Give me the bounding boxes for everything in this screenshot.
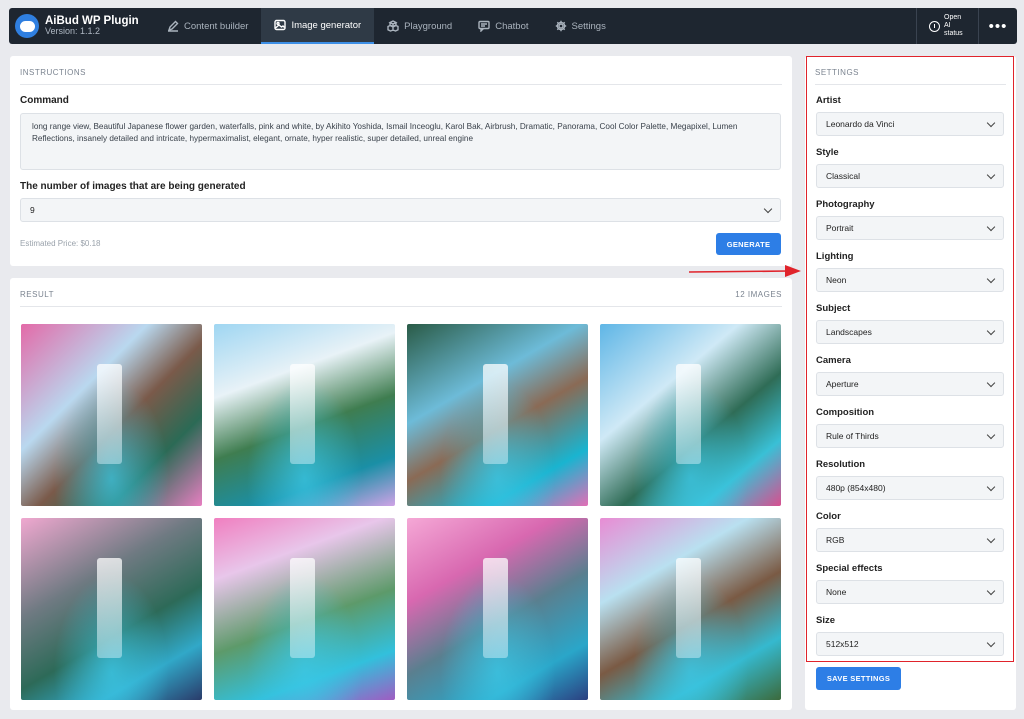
generated-image[interactable] bbox=[600, 518, 781, 700]
estimated-price: Estimated Price: $0.18 bbox=[20, 239, 101, 248]
save-settings-button[interactable]: SAVE SETTINGS bbox=[816, 667, 901, 690]
generated-image[interactable] bbox=[21, 518, 202, 700]
brand: AiBud WP Plugin Version: 1.1.2 bbox=[9, 8, 154, 44]
subject-select[interactable]: Landscapes bbox=[816, 320, 1004, 344]
chevron-down-icon bbox=[986, 482, 996, 491]
nav-label: Playground bbox=[404, 20, 453, 32]
settings-panel: SETTINGS Artist Leonardo da Vinci Style … bbox=[805, 56, 1016, 710]
chat-icon bbox=[478, 20, 490, 32]
nav-content-builder[interactable]: Content builder bbox=[154, 8, 261, 44]
image-count-value: 9 bbox=[30, 205, 35, 215]
chevron-down-icon bbox=[986, 430, 996, 439]
chevron-down-icon bbox=[986, 534, 996, 543]
chevron-down-icon bbox=[986, 118, 996, 127]
chevron-down-icon bbox=[986, 326, 996, 335]
chevron-down-icon bbox=[986, 638, 996, 647]
resolution-label: Resolution bbox=[816, 459, 866, 470]
lighting-value: Neon bbox=[826, 275, 847, 285]
color-select[interactable]: RGB bbox=[816, 528, 1004, 552]
artist-select[interactable]: Leonardo da Vinci bbox=[816, 112, 1004, 136]
composition-value: Rule of Thirds bbox=[826, 431, 879, 441]
photography-select[interactable]: Portrait bbox=[816, 216, 1004, 240]
openai-status-button[interactable]: Open AI status bbox=[916, 8, 978, 44]
special-effects-value: None bbox=[826, 587, 847, 597]
artist-label: Artist bbox=[816, 95, 841, 106]
result-panel: RESULT 12 IMAGES bbox=[10, 278, 792, 710]
nav-label: Chatbot bbox=[495, 20, 529, 32]
pen-icon bbox=[167, 20, 179, 32]
more-dots-icon: ••• bbox=[988, 17, 1008, 35]
brand-version: Version: 1.1.2 bbox=[45, 26, 101, 37]
size-value: 512x512 bbox=[826, 639, 859, 649]
red-arrow-icon bbox=[689, 265, 801, 277]
ai-status-line2: status bbox=[944, 29, 963, 37]
camera-value: Aperture bbox=[826, 379, 859, 389]
style-select[interactable]: Classical bbox=[816, 164, 1004, 188]
photography-label: Photography bbox=[816, 199, 875, 210]
top-navigation-bar: AiBud WP Plugin Version: 1.1.2 Content b… bbox=[9, 8, 1017, 44]
special-effects-label: Special effects bbox=[816, 563, 883, 574]
result-heading: RESULT 12 IMAGES bbox=[20, 290, 782, 307]
color-label: Color bbox=[816, 511, 841, 522]
generated-image[interactable] bbox=[407, 324, 588, 506]
image-icon bbox=[274, 19, 287, 31]
lighting-label: Lighting bbox=[816, 251, 854, 262]
nav-label: Content builder bbox=[184, 20, 249, 32]
resolution-select[interactable]: 480p (854x480) bbox=[816, 476, 1004, 500]
resolution-value: 480p (854x480) bbox=[826, 483, 886, 493]
chevron-down-icon bbox=[986, 170, 996, 179]
nav-chatbot[interactable]: Chatbot bbox=[465, 8, 541, 44]
nav-label: Image generator bbox=[291, 19, 362, 31]
chevron-down-icon bbox=[986, 222, 996, 231]
gear-icon bbox=[555, 20, 566, 32]
camera-label: Camera bbox=[816, 355, 851, 366]
info-icon bbox=[929, 20, 940, 32]
image-count-label: The number of images that are being gene… bbox=[20, 181, 246, 192]
aibud-logo-icon bbox=[15, 14, 39, 38]
nav-settings[interactable]: Settings bbox=[542, 8, 619, 44]
lighting-select[interactable]: Neon bbox=[816, 268, 1004, 292]
size-select[interactable]: 512x512 bbox=[816, 632, 1004, 656]
style-label: Style bbox=[816, 147, 839, 158]
chevron-down-icon bbox=[986, 586, 996, 595]
style-value: Classical bbox=[826, 171, 861, 181]
chevron-down-icon bbox=[763, 204, 773, 213]
composition-select[interactable]: Rule of Thirds bbox=[816, 424, 1004, 448]
generated-image[interactable] bbox=[600, 324, 781, 506]
camera-select[interactable]: Aperture bbox=[816, 372, 1004, 396]
generated-image[interactable] bbox=[214, 518, 395, 700]
main-nav: Content builder Image generator Playgrou… bbox=[154, 8, 619, 44]
generated-image[interactable] bbox=[21, 324, 202, 506]
photography-value: Portrait bbox=[826, 223, 854, 233]
instructions-panel: INSTRUCTIONS Command long range view, Be… bbox=[10, 56, 792, 266]
more-menu-button[interactable]: ••• bbox=[978, 8, 1017, 44]
instructions-heading: INSTRUCTIONS bbox=[20, 68, 782, 85]
special-effects-select[interactable]: None bbox=[816, 580, 1004, 604]
image-count-select[interactable]: 9 bbox=[20, 198, 781, 222]
command-textarea[interactable]: long range view, Beautiful Japanese flow… bbox=[20, 113, 781, 170]
ai-status-line1: Open AI bbox=[944, 14, 962, 30]
chevron-down-icon bbox=[986, 378, 996, 387]
result-count: 12 IMAGES bbox=[735, 290, 782, 299]
command-label: Command bbox=[20, 95, 69, 106]
result-image-grid bbox=[21, 324, 782, 700]
cubes-icon bbox=[387, 20, 399, 32]
color-value: RGB bbox=[826, 535, 845, 545]
nav-label: Settings bbox=[571, 20, 606, 32]
nav-playground[interactable]: Playground bbox=[374, 8, 465, 44]
subject-value: Landscapes bbox=[826, 327, 872, 337]
generated-image[interactable] bbox=[214, 324, 395, 506]
generate-button[interactable]: GENERATE bbox=[716, 233, 781, 255]
result-title: RESULT bbox=[20, 290, 54, 299]
generated-image[interactable] bbox=[407, 518, 588, 700]
composition-label: Composition bbox=[816, 407, 875, 418]
size-label: Size bbox=[816, 615, 836, 626]
chevron-down-icon bbox=[986, 274, 996, 283]
artist-value: Leonardo da Vinci bbox=[826, 119, 895, 129]
subject-label: Subject bbox=[816, 303, 851, 314]
nav-image-generator[interactable]: Image generator bbox=[261, 8, 375, 44]
settings-heading: SETTINGS bbox=[815, 68, 1006, 85]
